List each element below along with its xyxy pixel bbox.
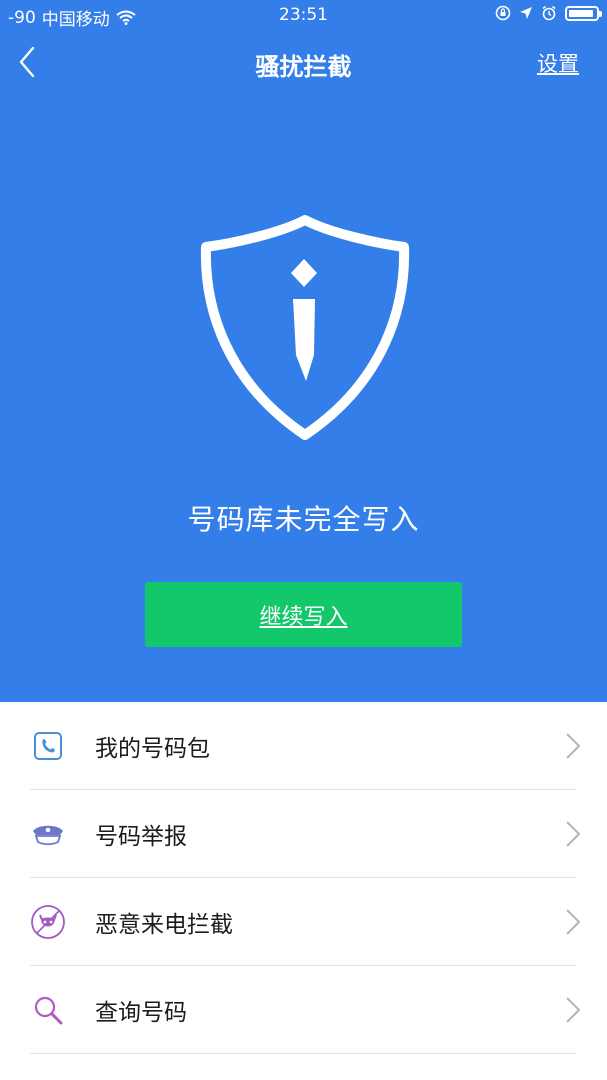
menu-item-malicious-call-block[interactable]: 恶意来电拦截: [0, 878, 607, 966]
continue-writing-button[interactable]: 继续写入: [145, 582, 462, 647]
menu-item-my-number-pack[interactable]: 我的号码包: [0, 702, 607, 790]
page-title: 骚扰拦截: [255, 53, 352, 81]
hero-panel: -90 中国移动 23:51 骚扰拦截 设置 号码库未完全写入 继续写入: [0, 0, 607, 702]
menu-item-label: 我的号码包: [95, 736, 210, 762]
chevron-right-icon: [566, 909, 580, 935]
battery-icon: [565, 5, 602, 21]
search-icon: [28, 990, 68, 1030]
chevron-right-icon: [566, 821, 580, 847]
shield-info-icon: [200, 215, 410, 440]
database-status-text: 号码库未完全写入: [187, 503, 420, 536]
menu-item-label: 查询号码: [95, 1000, 187, 1026]
phone-icon: [28, 726, 68, 766]
menu-item-label: 号码举报: [95, 824, 187, 850]
feature-menu: 我的号码包 号码举报 恶意来电拦截 查询号码: [0, 702, 607, 1054]
menu-item-query-number[interactable]: 查询号码: [0, 966, 607, 1054]
divider: [30, 1053, 577, 1054]
devil-block-icon: [28, 902, 68, 942]
menu-item-number-report[interactable]: 号码举报: [0, 790, 607, 878]
rotation-lock-icon: [495, 5, 511, 21]
police-cap-icon: [28, 814, 68, 854]
settings-link[interactable]: 设置: [537, 48, 579, 78]
nav-bar: 骚扰拦截 设置: [0, 34, 607, 90]
location-icon: [520, 7, 532, 19]
status-bar: -90 中国移动 23:51: [0, 0, 607, 34]
chevron-right-icon: [566, 733, 580, 759]
alarm-icon: [542, 5, 556, 21]
chevron-right-icon: [566, 997, 580, 1023]
menu-item-label: 恶意来电拦截: [95, 912, 233, 938]
